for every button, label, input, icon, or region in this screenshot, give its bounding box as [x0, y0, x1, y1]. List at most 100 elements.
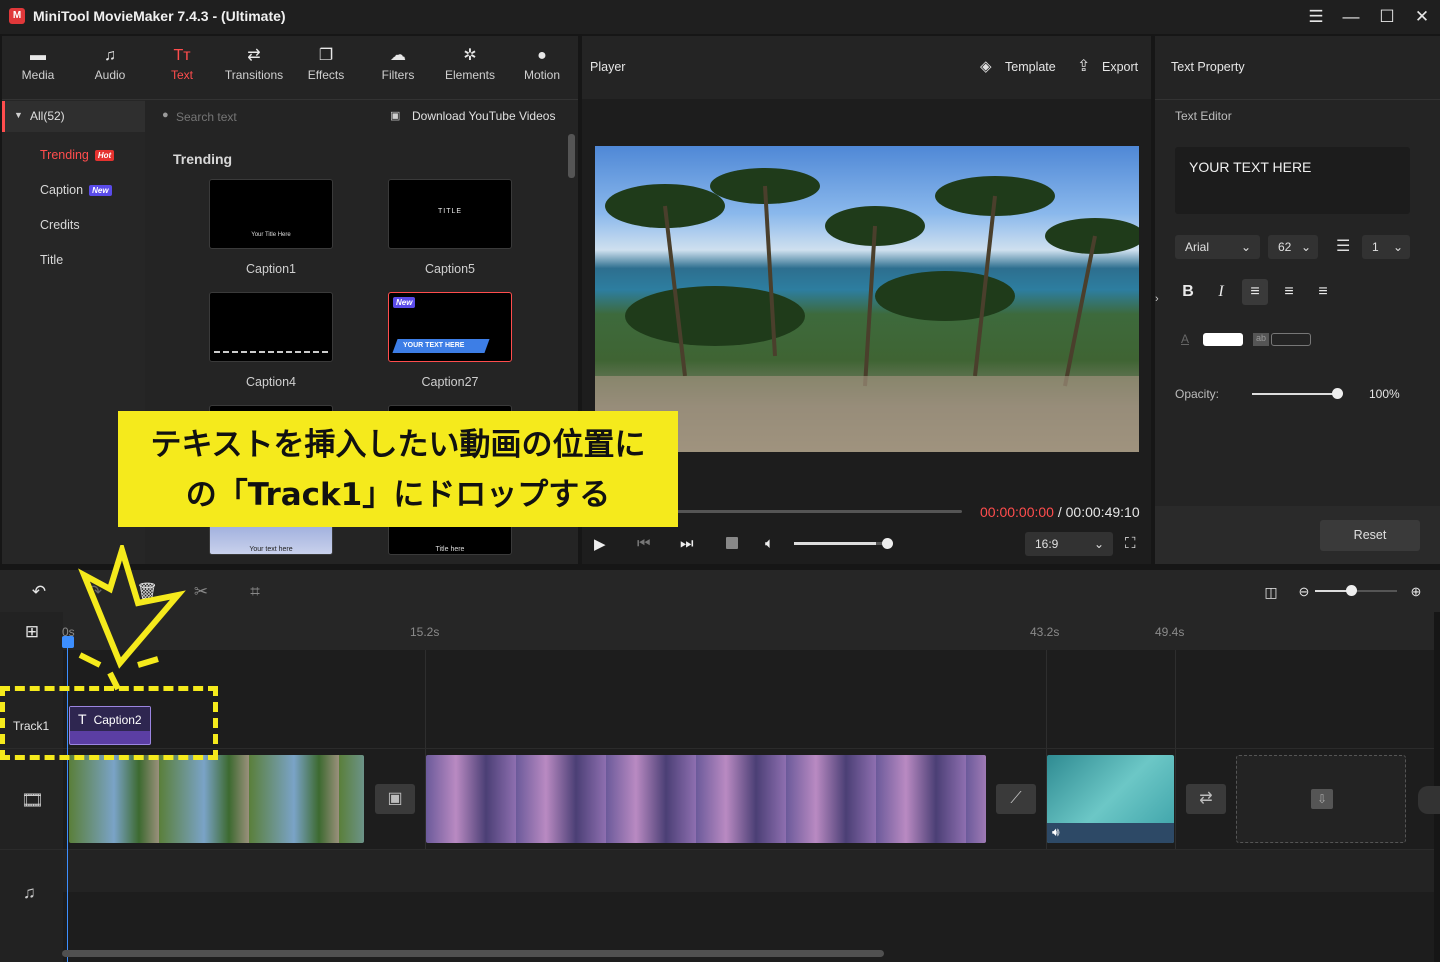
caption4-label: Caption4: [245, 375, 297, 389]
text-editor-field[interactable]: YOUR TEXT HERE: [1175, 147, 1410, 214]
text-color-icon: A: [1181, 332, 1190, 346]
maximize-button[interactable]: ☐: [1376, 6, 1398, 28]
library-scrollbar[interactable]: [568, 134, 575, 178]
caption4-thumbnail[interactable]: [209, 292, 333, 362]
caption27-thumbnail[interactable]: New YOUR TEXT HERE: [388, 292, 512, 362]
chevron-down-icon: ⌄: [1093, 537, 1104, 551]
current-time: 00:00:00:00: [980, 504, 1054, 520]
chevron-down-icon: ⌄: [1392, 240, 1403, 254]
tab-label: Filters: [381, 68, 415, 82]
layers-icon: ◈: [980, 58, 992, 75]
category-title[interactable]: Title: [40, 253, 63, 267]
caption5-thumbnail[interactable]: TITLE: [388, 179, 512, 249]
tab-text[interactable]: Tт Text: [146, 44, 218, 92]
close-button[interactable]: ✕: [1411, 6, 1433, 28]
text-editor-label: Text Editor: [1175, 109, 1232, 123]
transition-placeholder-icon[interactable]: ⟋: [996, 784, 1036, 814]
tab-motion[interactable]: ● Motion: [506, 44, 578, 92]
transition-placeholder-icon[interactable]: ▣: [375, 784, 415, 814]
category-credits[interactable]: Credits: [40, 218, 80, 232]
download-youtube-link[interactable]: Download YouTube Videos: [412, 109, 555, 123]
video-track-icon: 🎞︎: [21, 790, 44, 810]
zoom-in-icon[interactable]: ⊕: [1404, 580, 1428, 604]
audio-bar: [1047, 823, 1174, 843]
volume-icon[interactable]: 🔈︎: [765, 535, 774, 552]
aspect-ratio-select[interactable]: 16:9 ⌄: [1025, 532, 1113, 556]
speaker-icon: 🔊︎: [1052, 825, 1060, 839]
minimize-button[interactable]: —: [1340, 6, 1362, 28]
transition-swap-icon[interactable]: ⇄: [1186, 784, 1226, 814]
font-select[interactable]: Arial ⌄: [1175, 235, 1260, 259]
video-clip-anemone[interactable]: [426, 755, 986, 843]
undo-icon[interactable]: ↶: [27, 580, 51, 604]
text-color-swatch[interactable]: [1203, 333, 1243, 346]
category-all[interactable]: [2, 101, 145, 132]
category-trending[interactable]: Trending Hot: [40, 148, 115, 162]
hot-badge: Hot: [94, 150, 115, 162]
collapse-panel-icon[interactable]: ›: [1155, 293, 1159, 305]
background-color-swatch[interactable]: [1271, 333, 1311, 346]
split-icon[interactable]: ✂: [189, 580, 213, 604]
next-frame-icon[interactable]: ⏭: [680, 535, 694, 552]
previous-frame-icon[interactable]: ⏮: [637, 535, 651, 552]
ruler-label: 43.2s: [1030, 625, 1060, 639]
total-time: 00:00:49:10: [1065, 504, 1140, 520]
align-right-icon[interactable]: ≡: [1310, 279, 1336, 305]
tab-audio[interactable]: ♫ Audio: [74, 44, 146, 92]
video-clip-reef[interactable]: 🔊︎: [1047, 755, 1174, 843]
ruler-label: 15.2s: [410, 625, 440, 639]
thumb-preview-text: Your Title Here: [251, 232, 291, 238]
bold-button[interactable]: B: [1175, 279, 1201, 305]
fit-timeline-icon[interactable]: ◫: [1259, 580, 1283, 604]
volume-fill: [794, 542, 876, 545]
search-icon: ●: [162, 109, 169, 121]
drop-target-highlight: [0, 686, 218, 760]
search-input[interactable]: [176, 107, 356, 127]
effects-icon: ❐: [318, 47, 334, 64]
crop-icon[interactable]: ⌗: [243, 580, 267, 604]
tab-elements[interactable]: ✲ Elements: [434, 44, 506, 92]
add-track-icon[interactable]: ⊞: [20, 620, 44, 644]
tab-filters[interactable]: ☁ Filters: [362, 44, 434, 92]
volume-slider[interactable]: [794, 542, 890, 545]
menu-icon[interactable]: ☰: [1305, 6, 1327, 28]
caret-down-icon: ▼: [14, 110, 23, 120]
drop-zone[interactable]: ⇩: [1236, 755, 1406, 843]
palm-trees-image: [595, 168, 1139, 452]
timeline-toolbar: [0, 570, 1440, 612]
zoom-out-icon[interactable]: ⊖: [1292, 580, 1316, 604]
scroll-right-button[interactable]: [1418, 786, 1440, 814]
tab-transitions[interactable]: ⇄ Transitions: [218, 44, 290, 92]
font-size-select[interactable]: 62 ⌄: [1268, 235, 1318, 259]
template-button[interactable]: Template: [1005, 60, 1056, 74]
volume-handle[interactable]: [882, 538, 893, 549]
section-title: Trending: [173, 151, 233, 167]
track-header-column: [0, 612, 63, 962]
fullscreen-icon[interactable]: ⛶: [1125, 535, 1136, 552]
timeline-scrollbar[interactable]: [62, 950, 884, 957]
stop-icon[interactable]: [726, 537, 738, 549]
tab-label: Audio: [94, 68, 126, 82]
align-left-icon[interactable]: ≡: [1242, 279, 1268, 305]
category-caption[interactable]: Caption New: [40, 183, 112, 197]
category-label: Caption: [40, 183, 84, 197]
caption1-label: Caption1: [245, 262, 297, 276]
caption5-label: Caption5: [424, 262, 476, 276]
tab-label: Effects: [307, 68, 345, 82]
italic-button[interactable]: I: [1208, 279, 1234, 305]
opacity-slider[interactable]: [1252, 393, 1338, 395]
export-button[interactable]: Export: [1102, 60, 1138, 74]
import-icon: ⇩: [1311, 789, 1333, 809]
music-track-icon: ♫: [23, 883, 36, 902]
video-clip-beach[interactable]: [69, 755, 364, 843]
chevron-down-icon: ⌄: [1240, 240, 1251, 254]
line-spacing-select[interactable]: 1 ⌄: [1362, 235, 1410, 259]
caption1-thumbnail[interactable]: Your Title Here: [209, 179, 333, 249]
play-icon[interactable]: ▶: [594, 535, 606, 553]
tab-effects[interactable]: ❐ Effects: [290, 44, 362, 92]
zoom-handle[interactable]: [1346, 585, 1357, 596]
opacity-handle[interactable]: [1332, 388, 1343, 399]
align-center-icon[interactable]: ≡: [1276, 279, 1302, 305]
tab-media[interactable]: ▬ Media: [2, 44, 74, 92]
reset-button[interactable]: Reset: [1320, 520, 1420, 551]
